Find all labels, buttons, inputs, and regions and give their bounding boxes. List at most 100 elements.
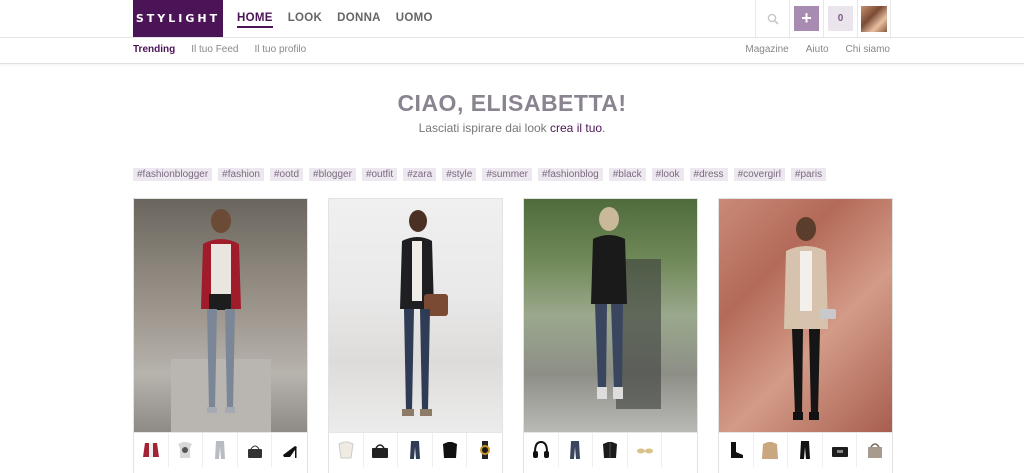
look-card[interactable]	[133, 198, 308, 473]
nav-look[interactable]: LOOK	[288, 12, 322, 28]
notifications-tool: 0	[823, 0, 857, 37]
watch-icon	[479, 441, 490, 459]
trench-coat-icon	[762, 442, 779, 459]
sunglasses-icon	[636, 448, 653, 454]
product-thumb[interactable]	[628, 433, 663, 467]
product-thumb-empty	[662, 433, 697, 467]
ankle-boots-icon	[730, 442, 743, 458]
look-grid	[133, 198, 893, 473]
create-look-link[interactable]: crea il tuo	[550, 121, 602, 135]
header-tools: + 0	[755, 0, 891, 37]
hashtag[interactable]: #blogger	[309, 168, 356, 181]
product-thumb[interactable]	[329, 433, 364, 467]
hashtag[interactable]: #fashion	[218, 168, 264, 181]
model-figure-image	[590, 207, 661, 409]
look-card[interactable]	[718, 198, 893, 473]
look-photo[interactable]	[524, 199, 697, 432]
tagline-end: .	[602, 121, 606, 135]
link-aiuto[interactable]: Aiuto	[806, 44, 829, 55]
varsity-jacket-icon	[142, 443, 159, 457]
look-items	[134, 432, 307, 467]
hashtag-list: #fashionblogger #fashion #ootd #blogger …	[133, 168, 893, 181]
look-items	[524, 432, 697, 467]
tab-trending[interactable]: Trending	[133, 44, 175, 55]
look-photo[interactable]	[329, 199, 502, 432]
avatar[interactable]	[861, 5, 887, 32]
jeans-icon	[570, 441, 581, 459]
hashtag[interactable]: #dress	[689, 168, 728, 181]
leather-pants-icon	[799, 441, 810, 459]
nav-home[interactable]: HOME	[237, 12, 273, 28]
product-thumb[interactable]	[467, 433, 502, 467]
product-thumb[interactable]	[524, 433, 559, 467]
product-thumb[interactable]	[364, 433, 399, 467]
hashtag[interactable]: #fashionblogger	[133, 168, 213, 181]
add-look-button[interactable]: +	[794, 6, 819, 31]
model-figure-image	[399, 210, 448, 416]
search-icon	[767, 13, 779, 25]
leather-jacket-icon	[602, 442, 617, 458]
product-thumb[interactable]	[593, 433, 628, 467]
heels-icon	[282, 446, 297, 458]
look-photo[interactable]	[134, 199, 307, 432]
model-figure-image	[170, 209, 271, 432]
tote-bag-icon	[867, 443, 882, 458]
notification-count[interactable]: 0	[828, 6, 853, 31]
hashtag[interactable]: #summer	[482, 168, 533, 181]
hashtag[interactable]: #zara	[403, 168, 437, 181]
product-thumb[interactable]	[433, 433, 468, 467]
handbag-icon	[372, 444, 389, 458]
add-look-tool: +	[789, 0, 823, 37]
top-navbar: STYLIGHT HOME LOOK DONNA UOMO + 0	[0, 0, 1024, 38]
hashtag[interactable]: #fashionblog	[538, 168, 603, 181]
product-thumb[interactable]	[272, 433, 307, 467]
search-button[interactable]	[755, 0, 789, 37]
hashtag[interactable]: #outfit	[361, 168, 398, 181]
graphic-tee-icon	[178, 442, 193, 458]
sub-navbar: Trending Il tuo Feed Il tuo profilo Maga…	[0, 38, 1024, 64]
subnav-left: Trending Il tuo Feed Il tuo profilo	[133, 44, 306, 55]
hashtag[interactable]: #look	[651, 168, 684, 181]
page-title: CIAO, ELISABETTA!	[397, 90, 627, 116]
look-items	[719, 432, 892, 467]
blazer-icon	[442, 442, 457, 458]
look-photo[interactable]	[719, 199, 892, 432]
product-thumb[interactable]	[559, 433, 594, 467]
profile-tool	[857, 0, 891, 37]
clutch-icon	[831, 447, 848, 457]
link-chi-siamo[interactable]: Chi siamo	[846, 44, 890, 55]
product-thumb[interactable]	[788, 433, 823, 467]
hashtag[interactable]: #paris	[790, 168, 827, 181]
tab-profile[interactable]: Il tuo profilo	[255, 44, 307, 55]
hashtag[interactable]: #covergirl	[733, 168, 785, 181]
blouse-icon	[338, 441, 354, 459]
model-figure-image	[783, 217, 836, 420]
product-thumb[interactable]	[823, 433, 858, 467]
tagline: Lasciati ispirare dai look crea il tuo.	[0, 121, 1024, 135]
jeans-icon	[409, 441, 420, 459]
main-nav: HOME LOOK DONNA UOMO	[237, 12, 433, 28]
stylight-logo[interactable]: STYLIGHT	[133, 0, 223, 37]
headphones-icon	[532, 440, 549, 458]
look-card[interactable]	[523, 198, 698, 473]
link-magazine[interactable]: Magazine	[745, 44, 788, 55]
jeans-icon	[214, 441, 225, 459]
look-items	[329, 432, 502, 467]
tab-feed[interactable]: Il tuo Feed	[191, 44, 238, 55]
hashtag[interactable]: #black	[608, 168, 646, 181]
hashtag[interactable]: #ootd	[269, 168, 304, 181]
product-thumb[interactable]	[238, 433, 273, 467]
product-thumb[interactable]	[754, 433, 789, 467]
nav-uomo[interactable]: UOMO	[396, 12, 433, 28]
product-thumb[interactable]	[203, 433, 238, 467]
product-thumb[interactable]	[857, 433, 892, 467]
shoulder-bag-icon	[247, 445, 262, 458]
look-card[interactable]	[328, 198, 503, 473]
nav-donna[interactable]: DONNA	[337, 12, 381, 28]
hashtag[interactable]: #style	[442, 168, 477, 181]
product-thumb[interactable]	[719, 433, 754, 467]
tagline-text: Lasciati ispirare dai look	[418, 121, 551, 135]
product-thumb[interactable]	[134, 433, 169, 467]
product-thumb[interactable]	[398, 433, 433, 467]
product-thumb[interactable]	[169, 433, 204, 467]
